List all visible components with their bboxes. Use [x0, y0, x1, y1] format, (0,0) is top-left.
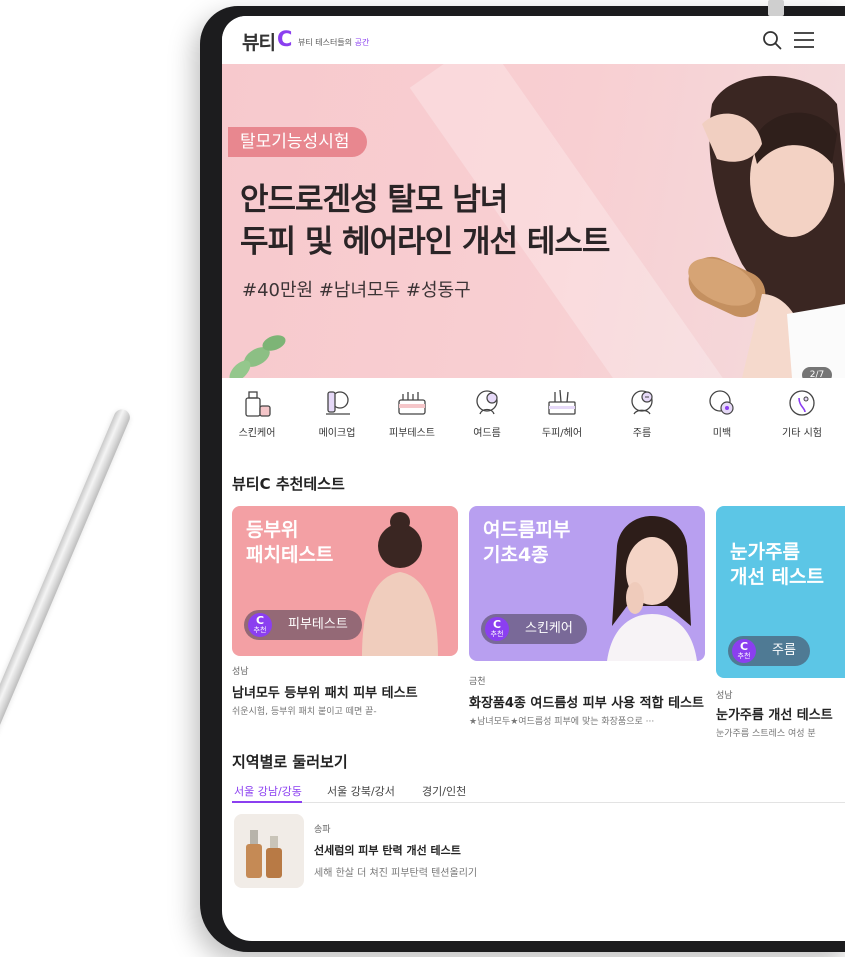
- category-skin-test[interactable]: 피부테스트: [377, 386, 447, 439]
- card-image: 눈가주름 개선 테스트 C 추천 주름: [716, 506, 845, 678]
- category-scalp-hair[interactable]: 두피/헤어: [527, 386, 597, 439]
- category-wrinkle[interactable]: 주름: [607, 386, 677, 439]
- card-location: 성남: [716, 691, 733, 701]
- card-image-title-line1: 눈가주름: [730, 541, 800, 563]
- card-image-title: 등부위 패치테스트: [246, 518, 333, 568]
- tagline-prefix: 뷰티 테스터들의: [298, 38, 355, 47]
- card-name[interactable]: 화장품4종 여드름성 피부 사용 적합 테스트: [469, 692, 704, 711]
- card-image: 여드름피부 기초4종 C 추천 스킨케어: [469, 506, 705, 661]
- tab-gyeonggi-incheon[interactable]: 경기/인천: [422, 783, 466, 799]
- test-card[interactable]: 여드름피부 기초4종 C 추천 스킨케어 금천 화장품4종 여드름성 피부 사용 …: [469, 506, 705, 746]
- card-pill-label: 스킨케어: [525, 621, 573, 636]
- card-image-title-line1: 여드름피부: [483, 519, 571, 541]
- recommend-badge: C 추천: [248, 613, 272, 637]
- tagline-accent: 공간: [354, 38, 370, 47]
- menu-icon[interactable]: [793, 30, 815, 50]
- category-menu: 스킨케어 메이크업 피부테스트 여드름 두피/헤어 주름 미백 기타 시험: [222, 386, 845, 466]
- scalp-hair-icon: [548, 389, 576, 415]
- category-label: 피부테스트: [389, 428, 435, 439]
- card-category-pill: C 추천 주름: [728, 636, 810, 666]
- card-description: ★남녀모두★여드름성 피부에 맞는 화장품으로 ···: [469, 717, 655, 727]
- tablet-side-button: [768, 0, 784, 16]
- face-model-image: [607, 516, 697, 661]
- category-label: 기타 시험: [782, 428, 822, 439]
- tab-seoul-gangbuk[interactable]: 서울 강북/강서: [327, 783, 395, 799]
- card-image-title-line2: 패치테스트: [246, 544, 334, 566]
- tab-seoul-gangnam[interactable]: 서울 강남/강동: [234, 783, 302, 799]
- search-icon[interactable]: [762, 30, 782, 50]
- banner-category-badge: 탈모기능성시험: [228, 127, 368, 157]
- card-category-pill: C 추천 피부테스트: [244, 610, 362, 640]
- banner-page-indicator: 2/7: [802, 367, 832, 378]
- category-makeup[interactable]: 메이크업: [302, 386, 372, 439]
- tablet-screen: 뷰티 C 뷰티 테스터들의 공간 탈모기능성시험 안드로겐성 탈모 남녀 두피 …: [222, 16, 845, 941]
- card-image-title: 여드름피부 기초4종: [483, 518, 570, 568]
- card-name[interactable]: 남녀모두 등부위 패치 피부 테스트: [232, 682, 418, 701]
- card-name[interactable]: 눈가주름 개선 테스트: [716, 704, 833, 723]
- test-card[interactable]: 등부위 패치테스트 C 추천 피부테스트 성남 남녀모두 등부위 패치 피부 테스…: [232, 506, 458, 746]
- recommend-badge-text: 추천: [737, 652, 751, 660]
- card-image-title-line2: 개선 테스트: [730, 566, 825, 588]
- skincare-icon: [245, 391, 271, 417]
- test-card[interactable]: 눈가주름 개선 테스트 C 추천 주름 성남 눈가주름 개선 테스트 눈가주름 스…: [716, 506, 845, 746]
- recommend-badge-text: 추천: [253, 626, 267, 634]
- logo-tagline: 뷰티 테스터들의 공간: [298, 37, 369, 48]
- category-whitening[interactable]: 미백: [687, 386, 757, 439]
- other-test-icon: [789, 390, 815, 416]
- list-item-thumbnail[interactable]: [234, 814, 304, 888]
- stylus-pen: [0, 403, 141, 895]
- active-tab-underline: [232, 801, 302, 803]
- category-label: 두피/헤어: [541, 428, 583, 439]
- category-label: 미백: [712, 428, 732, 439]
- recommend-badge-text: 추천: [490, 630, 504, 638]
- list-item-location: 송파: [314, 825, 331, 835]
- whitening-icon: [709, 390, 734, 415]
- card-location: 성남: [232, 667, 249, 677]
- category-other-test[interactable]: 기타 시험: [767, 386, 837, 439]
- recommend-badge-c: C: [255, 614, 265, 627]
- makeup-icon: [326, 391, 350, 415]
- serum-bottles-image: [246, 830, 282, 878]
- category-acne[interactable]: 여드름: [452, 386, 522, 439]
- list-item-description: 세해 한살 더 쳐진 피부탄력 텐션올리기: [314, 868, 478, 879]
- banner-headline: 안드로겐성 탈모 남녀 두피 및 헤어라인 개선 테스트: [240, 179, 610, 263]
- card-image-title-line2: 기초4종: [483, 544, 549, 566]
- card-description: 쉬운시험, 등부위 패치 붙이고 떼면 끝-: [232, 707, 377, 717]
- category-label: 스킨케어: [238, 428, 276, 439]
- stylus-body: [0, 406, 133, 874]
- banner-headline-line1: 안드로겐성 탈모 남녀: [240, 182, 508, 218]
- card-category-pill: C 추천 스킨케어: [481, 614, 587, 644]
- card-image: 등부위 패치테스트 C 추천 피부테스트: [232, 506, 458, 656]
- hair-model-image: [688, 75, 845, 378]
- logo-text[interactable]: 뷰티: [242, 28, 276, 55]
- app-header: 뷰티 C 뷰티 테스터들의 공간: [222, 16, 845, 64]
- card-location: 금천: [469, 677, 486, 687]
- card-pill-label: 피부테스트: [288, 617, 348, 632]
- category-label: 주름: [632, 428, 652, 439]
- back-model-image: [362, 512, 438, 656]
- list-item-name[interactable]: 선세럼의 피부 탄력 개선 테스트: [314, 842, 461, 858]
- leaf-decoration: [229, 335, 286, 378]
- wrinkle-icon: [631, 390, 653, 415]
- regions-title: 지역별로 둘러보기: [232, 753, 348, 771]
- recommend-badge: C 추천: [485, 617, 509, 641]
- recommended-title: 뷰티C 추천테스트: [232, 475, 345, 493]
- acne-icon: [476, 390, 498, 415]
- card-image-title-line1: 등부위: [246, 519, 299, 541]
- category-label: 여드름: [473, 428, 501, 439]
- category-skincare[interactable]: 스킨케어: [222, 386, 292, 439]
- category-label: 메이크업: [318, 428, 356, 439]
- hero-banner[interactable]: 탈모기능성시험 안드로겐성 탈모 남녀 두피 및 헤어라인 개선 테스트 #40…: [222, 64, 845, 378]
- card-description: 눈가주름 스트레스 여성 분: [716, 729, 816, 739]
- tab-divider: [232, 802, 845, 803]
- recommend-badge-c: C: [492, 618, 502, 631]
- banner-headline-line2: 두피 및 헤어라인 개선 테스트: [240, 224, 610, 260]
- logo-c-mark[interactable]: C: [277, 27, 292, 51]
- card-pill-label: 주름: [772, 643, 796, 658]
- recommend-badge: C 추천: [732, 639, 756, 663]
- recommend-badge-c: C: [739, 640, 749, 653]
- card-image-title: 눈가주름 개선 테스트: [730, 540, 824, 590]
- banner-hashtags: #40만원 #남녀모두 #성동구: [242, 280, 471, 301]
- skin-test-icon: [398, 392, 426, 415]
